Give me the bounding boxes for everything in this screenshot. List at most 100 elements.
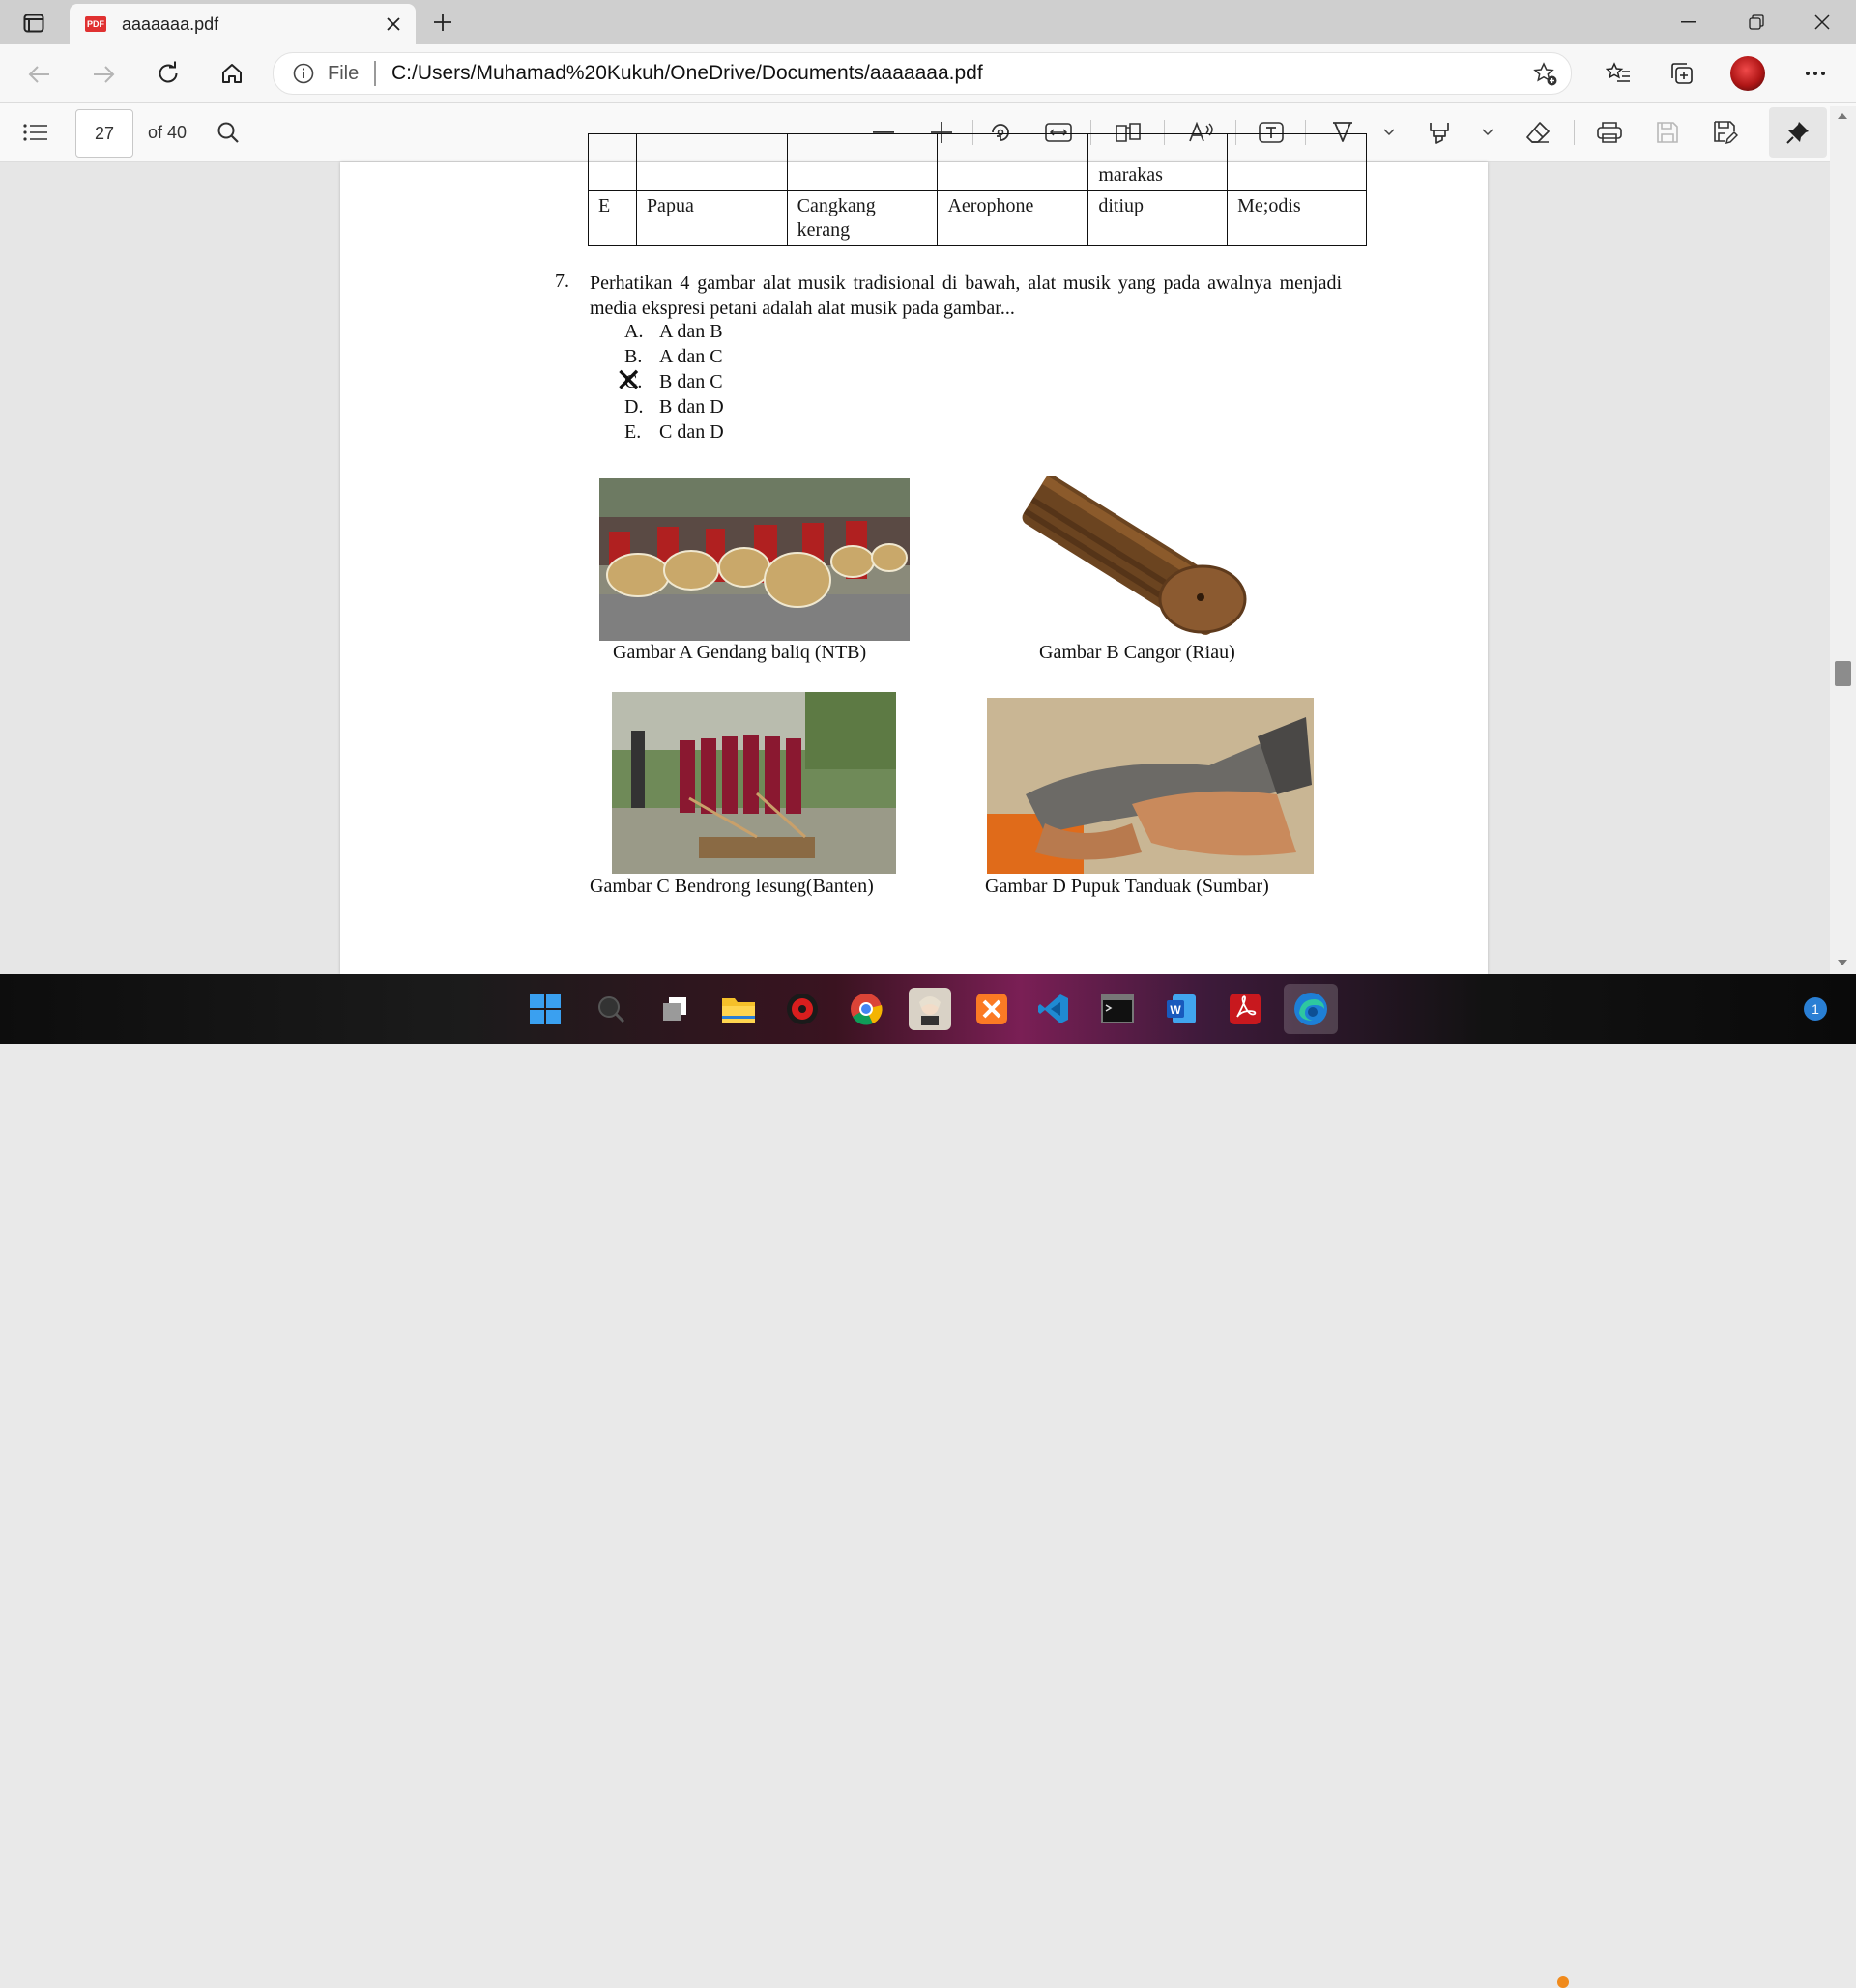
profile-avatar[interactable] — [1730, 56, 1765, 91]
home-icon[interactable] — [215, 56, 249, 91]
svg-text:W: W — [1170, 1003, 1181, 1017]
app-red-icon[interactable] — [781, 988, 824, 1030]
figure-c-image — [612, 692, 896, 874]
address-scheme-label: File — [328, 63, 360, 84]
erase-icon[interactable] — [1522, 117, 1554, 148]
figure-d-image — [987, 698, 1314, 874]
option-text: B dan C — [659, 371, 723, 392]
table-cell: Cangkang kerang — [786, 190, 939, 246]
address-divider — [374, 61, 376, 86]
page-total-label: of 40 — [148, 123, 188, 142]
print-icon[interactable] — [1593, 117, 1626, 148]
question-text: Perhatikan 4 gambar alat musik tradision… — [590, 273, 1342, 319]
table-cell — [786, 133, 939, 191]
chrome-icon[interactable] — [845, 988, 887, 1030]
minimize-window-icon[interactable] — [1672, 8, 1705, 37]
acrobat-icon[interactable] — [1224, 988, 1266, 1030]
highlight-icon[interactable] — [1423, 117, 1456, 148]
collections-icon[interactable] — [1665, 56, 1699, 91]
pdf-page: marakas E Papua Cangkang kerang Aerophon… — [340, 133, 1488, 974]
vscode-icon[interactable] — [1032, 988, 1075, 1030]
option-text: A dan B — [659, 321, 723, 342]
settings-more-icon[interactable] — [1798, 56, 1833, 91]
table-cell: marakas — [1088, 133, 1229, 191]
pdf-file-icon: PDF — [85, 16, 106, 32]
back-icon[interactable] — [23, 58, 56, 91]
option-b: B. A dan C — [624, 346, 876, 371]
option-e: E. C dan D — [624, 421, 876, 447]
scroll-down-arrow-icon[interactable] — [1836, 957, 1849, 968]
table-cell — [1227, 133, 1367, 191]
start-windows-icon[interactable] — [524, 988, 566, 1030]
figure-d-caption: Gambar D Pupuk Tanduak (Sumbar) — [985, 876, 1269, 897]
browser-tab[interactable]: PDF aaaaaaa.pdf — [70, 4, 416, 44]
status-dot — [1557, 1976, 1569, 1988]
save-as-icon[interactable] — [1709, 117, 1742, 148]
forward-icon[interactable] — [87, 58, 120, 91]
new-tab-icon[interactable] — [428, 8, 457, 37]
notification-badge[interactable]: 1 — [1804, 997, 1827, 1021]
option-c: C. ✕ B dan C — [615, 365, 876, 398]
table-row: E Papua Cangkang kerang Aerophone ditiup… — [588, 190, 1367, 246]
navigation-bar: File C:/Users/Muhamad%20Kukuh/OneDrive/D… — [0, 44, 1856, 103]
file-explorer-icon[interactable] — [717, 988, 760, 1030]
instrument-table: marakas E Papua Cangkang kerang Aerophon… — [588, 133, 1367, 246]
highlight-options-chevron-icon[interactable] — [1477, 123, 1498, 142]
site-info-icon[interactable] — [293, 63, 314, 84]
pdf-viewer-area: marakas E Papua Cangkang kerang Aerophon… — [0, 133, 1856, 974]
terminal-icon[interactable] — [1096, 988, 1139, 1030]
tab-title: aaaaaaa.pdf — [122, 14, 219, 34]
vertical-scrollbar[interactable] — [1830, 106, 1856, 974]
tab-strip: PDF aaaaaaa.pdf — [0, 0, 1856, 44]
anime-app-icon[interactable] — [909, 988, 951, 1030]
option-text: B dan D — [659, 396, 724, 418]
table-cell: Me;odis — [1227, 190, 1367, 246]
table-row: marakas — [588, 133, 1367, 191]
option-d: D. B dan D — [624, 396, 876, 421]
word-icon[interactable]: W — [1160, 988, 1203, 1030]
tab-actions-icon[interactable] — [19, 10, 48, 37]
table-cell: ditiup — [1088, 190, 1229, 246]
table-cell — [635, 133, 788, 191]
table-cell — [937, 133, 1089, 191]
favorites-icon[interactable] — [1601, 56, 1636, 91]
xampp-icon[interactable] — [971, 988, 1013, 1030]
address-bar[interactable]: File C:/Users/Muhamad%20Kukuh/OneDrive/D… — [273, 52, 1572, 95]
close-tab-icon[interactable] — [381, 12, 406, 37]
option-text: C dan D — [659, 421, 724, 443]
pin-toolbar-button[interactable] — [1769, 107, 1827, 158]
close-window-icon[interactable] — [1806, 8, 1839, 37]
figure-a-image — [599, 478, 910, 641]
draw-options-chevron-icon[interactable] — [1378, 123, 1400, 142]
add-favorite-icon[interactable] — [1532, 61, 1559, 88]
restore-window-icon[interactable] — [1740, 8, 1773, 37]
table-cell: Papua — [635, 190, 788, 246]
save-icon[interactable] — [1651, 117, 1684, 148]
scroll-up-arrow-icon[interactable] — [1836, 110, 1849, 122]
option-letter: D. — [624, 396, 644, 418]
option-a: A. A dan B — [624, 321, 876, 346]
refresh-icon[interactable] — [151, 56, 186, 91]
table-cell — [588, 133, 637, 191]
option-letter: A. — [624, 321, 644, 342]
task-view-icon[interactable] — [653, 988, 696, 1030]
figure-a-caption: Gambar A Gendang baliq (NTB) — [613, 642, 867, 663]
table-cell: E — [588, 190, 637, 246]
figure-b-image — [1007, 475, 1268, 641]
table-cell: Aerophone — [937, 190, 1089, 246]
table-of-contents-icon[interactable] — [19, 119, 52, 146]
search-icon[interactable] — [213, 117, 244, 148]
figure-c-caption: Gambar C Bendrong lesung(Banten) — [590, 876, 874, 897]
page-number-input[interactable]: 27 — [75, 109, 133, 158]
taskbar: W 1 — [0, 974, 1856, 1988]
address-url[interactable]: C:/Users/Muhamad%20Kukuh/OneDrive/Docume… — [392, 62, 983, 85]
scrollbar-thumb[interactable] — [1835, 661, 1851, 686]
answer-cross-mark: ✕ — [615, 363, 643, 399]
taskbar-search-icon[interactable] — [590, 988, 632, 1030]
answer-options: A. A dan B B. A dan C C. ✕ B dan C D. B … — [615, 321, 876, 447]
question-number: 7. — [555, 271, 569, 292]
toolbar-divider — [1574, 120, 1575, 145]
figure-b-caption: Gambar B Cangor (Riau) — [1039, 642, 1235, 663]
pin-icon — [1784, 120, 1812, 145]
edge-icon[interactable] — [1284, 984, 1338, 1034]
